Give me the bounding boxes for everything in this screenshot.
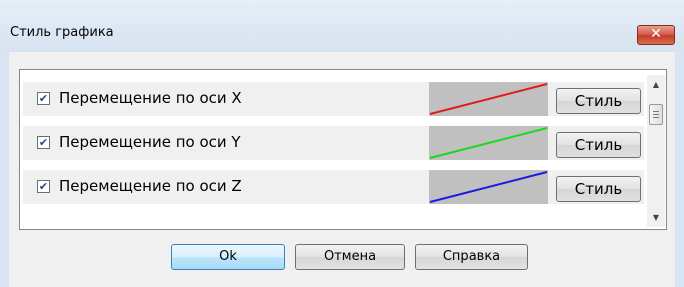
preview-line-z <box>429 171 548 203</box>
scroll-up-icon[interactable]: ▲ <box>647 77 665 93</box>
cancel-button[interactable]: Отмена <box>295 244 405 270</box>
checkbox-y[interactable]: ✔ <box>37 136 50 149</box>
close-button[interactable]: ✕ <box>637 25 675 45</box>
ok-button[interactable]: Ok <box>171 244 285 270</box>
series-row-z: ✔ Перемещение по оси Z Стиль <box>23 170 644 204</box>
scroll-thumb[interactable] <box>649 104 663 125</box>
title-bar[interactable]: Стиль графика ✕ <box>0 0 684 52</box>
grip-line <box>653 117 659 118</box>
checkmark-icon: ✔ <box>38 136 49 149</box>
line-preview-z <box>429 170 548 204</box>
line-preview-z-svg <box>429 171 548 203</box>
series-label-x: Перемещение по оси X <box>59 89 242 107</box>
series-row-y: ✔ Перемещение по оси Y Стиль <box>23 126 644 160</box>
grip-line <box>653 111 659 112</box>
checkmark-icon: ✔ <box>38 92 49 105</box>
line-preview-x-svg <box>429 83 548 115</box>
vertical-scrollbar[interactable]: ▲ ▼ <box>647 75 665 227</box>
help-button[interactable]: Справка <box>415 244 528 270</box>
preview-line-y <box>429 127 548 159</box>
line-preview-y <box>429 126 548 160</box>
style-button-z[interactable]: Стиль <box>556 176 641 202</box>
line-preview-y-svg <box>429 127 548 159</box>
line-preview-x <box>429 82 548 116</box>
scroll-down-icon[interactable]: ▼ <box>647 210 665 226</box>
grip-line <box>653 114 659 115</box>
series-label-y: Перемещение по оси Y <box>59 133 241 151</box>
checkbox-z[interactable]: ✔ <box>37 180 50 193</box>
style-button-x[interactable]: Стиль <box>556 88 641 114</box>
close-icon: ✕ <box>650 26 662 42</box>
checkbox-x[interactable]: ✔ <box>37 92 50 105</box>
preview-line-x <box>429 83 548 115</box>
style-button-y[interactable]: Стиль <box>556 132 641 158</box>
dialog-window: Стиль графика ✕ ✔ Перемещение по оси X С… <box>0 0 684 287</box>
series-label-z: Перемещение по оси Z <box>59 177 242 195</box>
window-title: Стиль графика <box>10 25 114 40</box>
checkmark-icon: ✔ <box>38 180 49 193</box>
series-row-x: ✔ Перемещение по оси X Стиль <box>23 82 644 116</box>
